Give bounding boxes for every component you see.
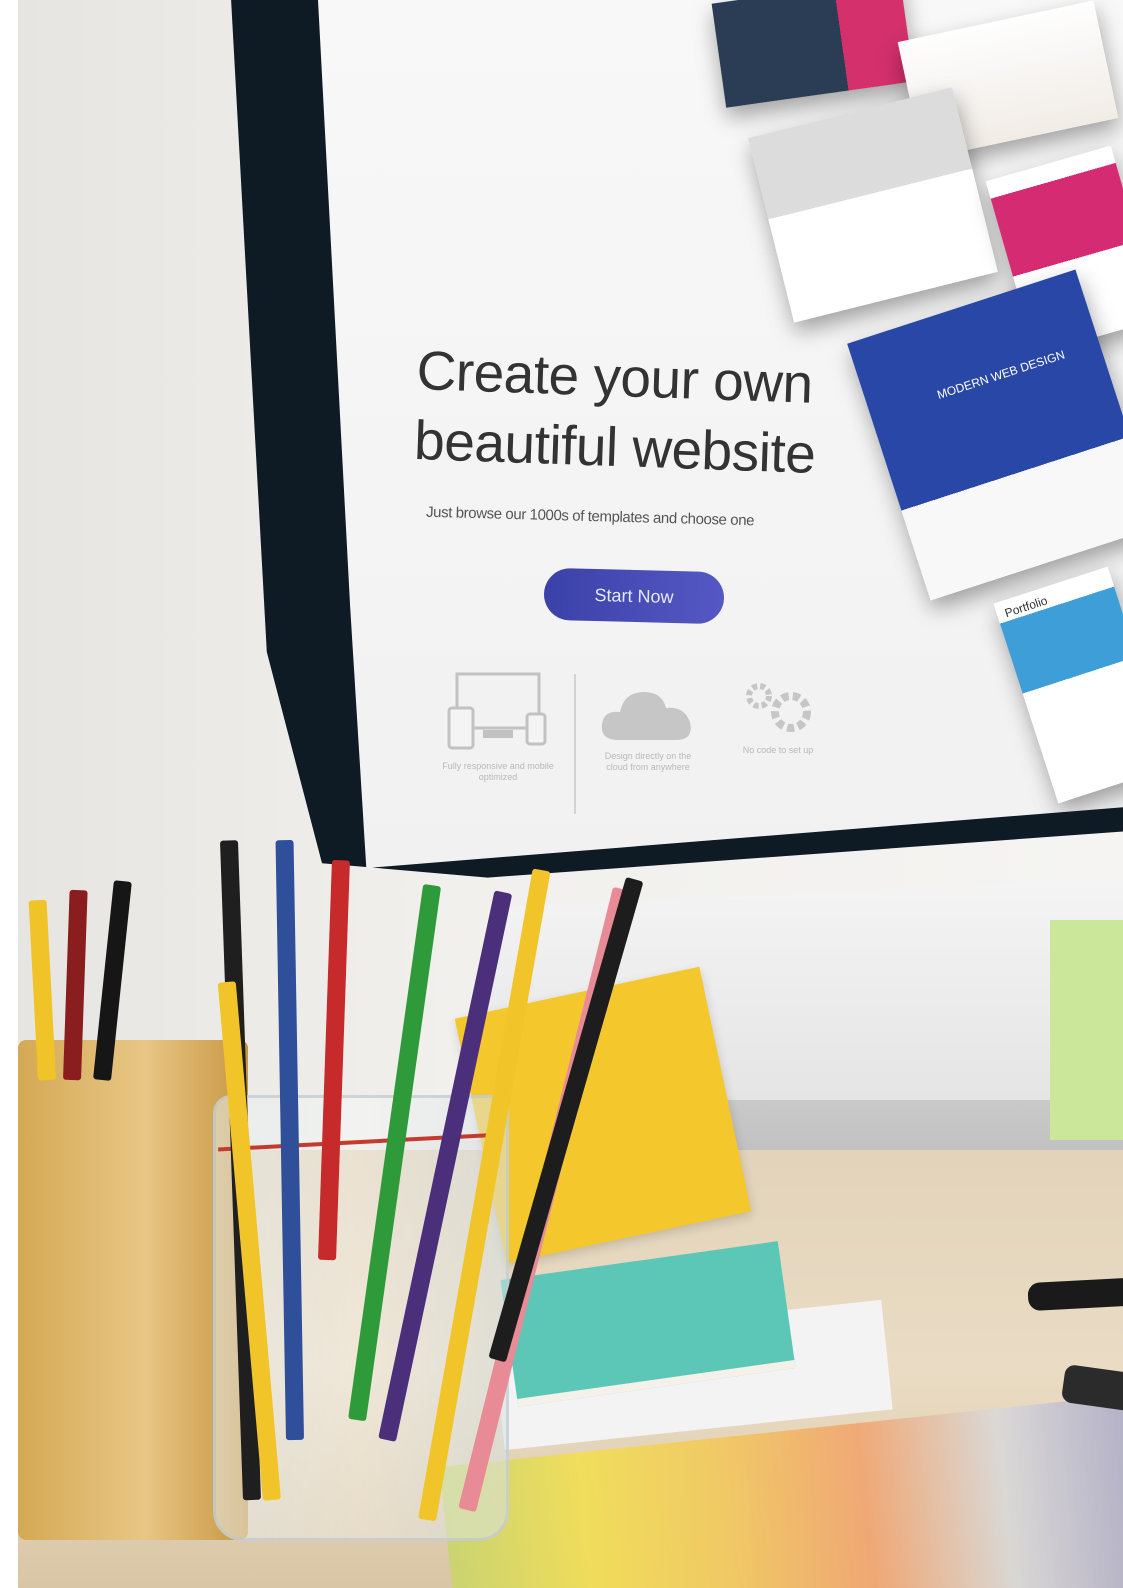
- desk-photo: Create your own beautiful website Just b…: [18, 0, 1123, 1588]
- gears-icon: [746, 683, 811, 732]
- feature-row: Fully responsive and mobile optimized De…: [428, 668, 848, 828]
- template-card[interactable]: Portfolio: [993, 566, 1123, 804]
- start-now-button[interactable]: Start Now: [543, 567, 725, 625]
- feature-gears: No code to set up: [723, 672, 833, 756]
- hero-title: Create your own beautiful website: [413, 338, 817, 485]
- cloud-icon: [601, 692, 691, 740]
- responsive-devices-icon: [447, 672, 547, 750]
- feature-caption: Fully responsive and mobile optimized: [442, 761, 554, 782]
- monitor-screen: Create your own beautiful website Just b…: [318, 0, 1123, 868]
- template-card-title: Portfolio: [1002, 593, 1050, 621]
- marker-pen: [1027, 1276, 1123, 1312]
- green-sticky-note: [1050, 920, 1123, 1140]
- template-card[interactable]: [748, 87, 998, 323]
- hero-subtitle: Just browse our 1000s of templates and c…: [425, 503, 755, 530]
- divider: [574, 674, 576, 814]
- feature-responsive: Fully responsive and mobile optimized: [438, 668, 558, 783]
- feature-caption: Design directly on the cloud from anywhe…: [604, 751, 692, 772]
- template-card[interactable]: [711, 0, 915, 108]
- feature-caption: No code to set up: [742, 745, 814, 755]
- feature-cloud: Design directly on the cloud from anywhe…: [593, 678, 703, 773]
- template-card-title: MODERN WEB DESIGN: [935, 347, 1067, 402]
- template-card[interactable]: MODERN WEB DESIGN: [847, 269, 1123, 601]
